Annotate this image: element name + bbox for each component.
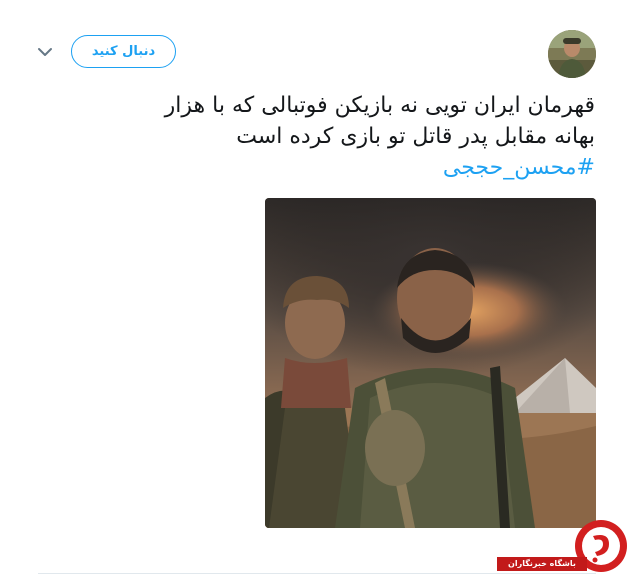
tweet-card: دنبال کنید قهرمان ایران تویی نه بازیکن ف… [0,0,633,575]
hashtag-link[interactable]: #محسن_حججی [35,152,595,183]
divider [38,573,596,574]
chevron-down-icon[interactable] [36,43,54,61]
follow-button[interactable]: دنبال کنید [71,35,176,68]
tweet-text: قهرمان ایران تویی نه بازیکن فوتبالی که ب… [35,90,595,183]
news-club-logo: باشگاه خبرنگاران [497,520,631,572]
watermark-label: باشگاه خبرنگاران [497,557,587,571]
avatar[interactable] [548,30,596,78]
tweet-photo[interactable] [265,198,596,528]
tweet-text-line: قهرمان ایران تویی نه بازیکن فوتبالی که ب… [164,93,595,118]
tweet-text-line: بهانه مقابل پدر قاتل تو بازی کرده است [236,124,595,149]
